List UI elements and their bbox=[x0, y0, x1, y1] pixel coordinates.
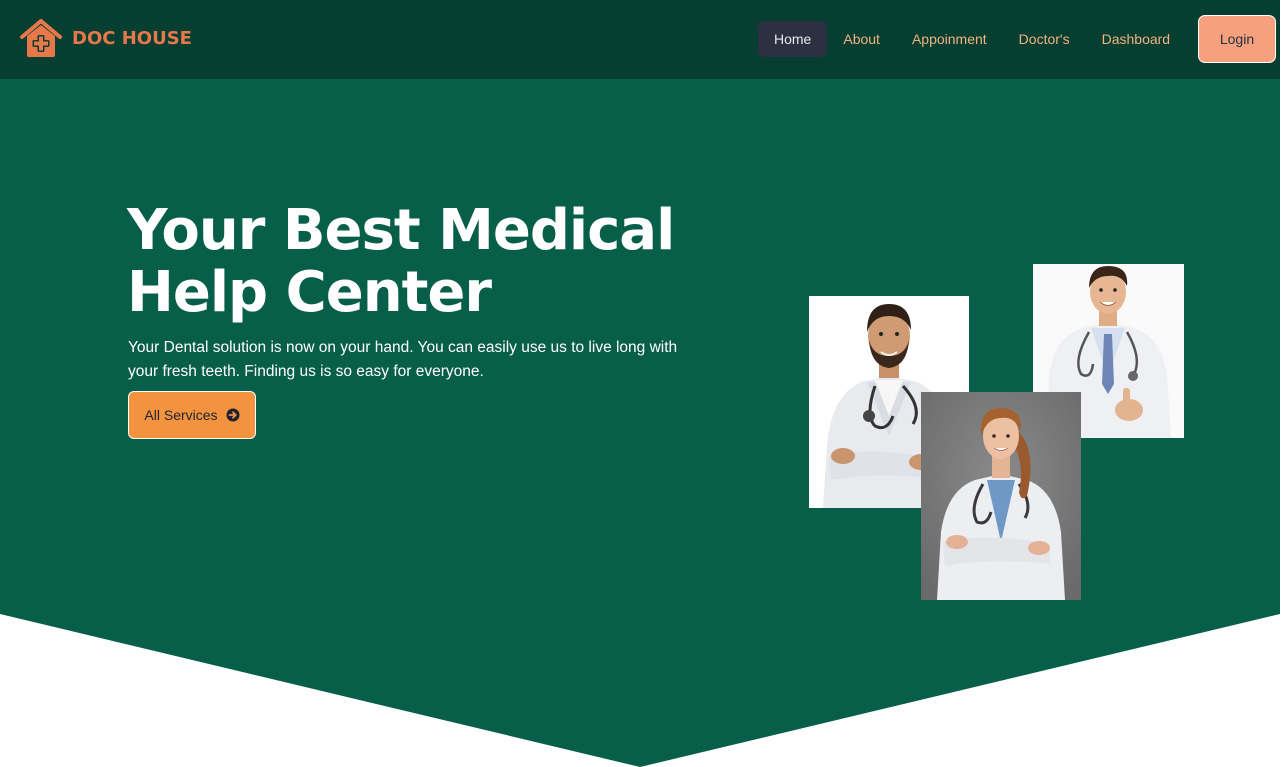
navbar: DOC HOUSE Home About Appoinment Doctor's… bbox=[0, 0, 1280, 79]
brand[interactable]: DOC HOUSE bbox=[18, 17, 192, 59]
login-button[interactable]: Login bbox=[1198, 15, 1276, 63]
nav-dashboard[interactable]: Dashboard bbox=[1086, 21, 1187, 57]
hero-description: Your Dental solution is now on your hand… bbox=[128, 339, 678, 380]
brand-name: DOC HOUSE bbox=[72, 27, 192, 49]
hero-title-line2: Help Center bbox=[127, 260, 492, 325]
nav-about[interactable]: About bbox=[827, 21, 896, 57]
nav-links: Home About Appoinment Doctor's Dashboard bbox=[758, 21, 1186, 57]
nav-doctors[interactable]: Doctor's bbox=[1003, 21, 1086, 57]
all-services-button[interactable]: All Services bbox=[128, 391, 256, 439]
doctor-photo-female bbox=[921, 392, 1081, 600]
house-plus-icon bbox=[20, 19, 62, 57]
all-services-label: All Services bbox=[144, 407, 218, 423]
arrow-circle-right-icon bbox=[226, 408, 240, 422]
nav-appointment[interactable]: Appoinment bbox=[896, 21, 1003, 57]
nav-home[interactable]: Home bbox=[758, 21, 828, 57]
hero-title: Your Best Medical Help Center bbox=[127, 200, 727, 324]
page: DOC HOUSE Home About Appoinment Doctor's… bbox=[0, 0, 1282, 767]
hero-title-line1: Your Best Medical bbox=[127, 198, 675, 263]
